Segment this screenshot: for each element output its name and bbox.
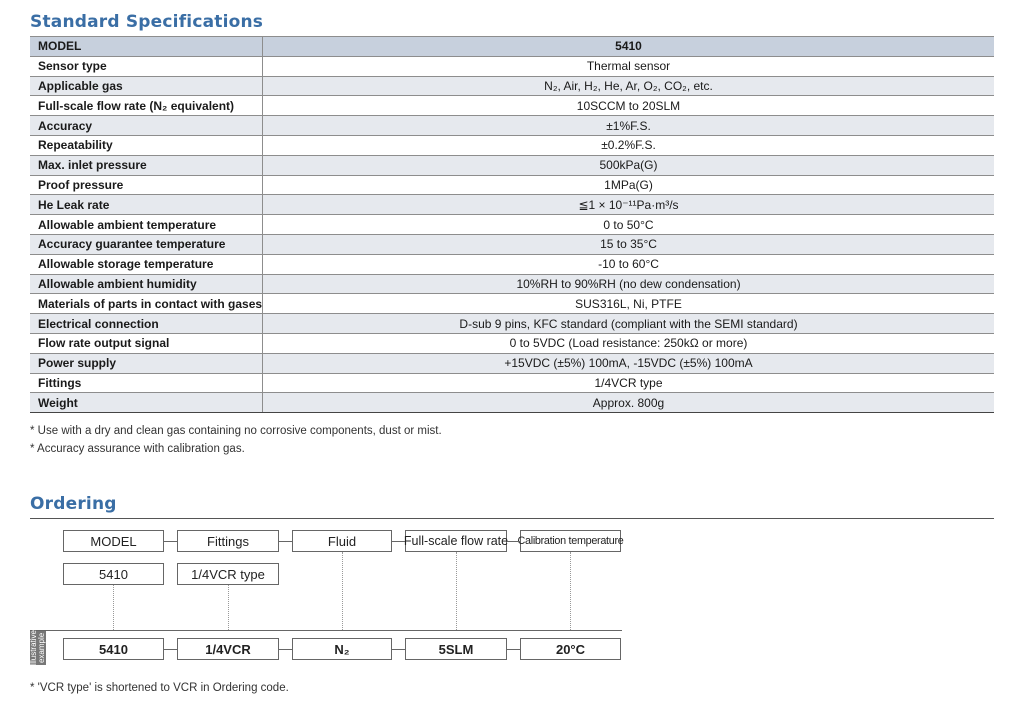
row-value: D-sub 9 pins, KFC standard (compliant wi…: [262, 313, 994, 334]
row-label: Max. inlet pressure: [30, 154, 263, 176]
connector: [279, 541, 292, 542]
header-label: MODEL: [30, 36, 263, 57]
example-code-fluid: N₂: [292, 638, 392, 660]
table-row: Applicable gas N₂, Air, H₂, He, Ar, O₂, C…: [30, 75, 994, 97]
table-row: Materials of parts in contact with gases…: [30, 293, 994, 315]
guide-line: [342, 552, 343, 630]
row-value: 10SCCM to 20SLM: [262, 95, 994, 117]
row-label: Sensor type: [30, 55, 263, 77]
ordering-note: * 'VCR type' is shortened to VCR in Orde…: [30, 682, 289, 694]
ordering-header-fittings: Fittings: [177, 530, 279, 552]
row-value: +15VDC (±5%) 100mA, -15VDC (±5%) 100mA: [262, 352, 994, 374]
table-row: Full-scale flow rate (N₂ equivalent) 10SC…: [30, 95, 994, 117]
row-label: Allowable ambient temperature: [30, 214, 263, 235]
example-code-model: 5410: [63, 638, 164, 660]
table-row: Electrical connection D-sub 9 pins, KFC s…: [30, 313, 994, 334]
row-value: Approx. 800g: [262, 392, 994, 414]
illustrative-example-label: Illustrative example: [29, 630, 46, 667]
connector: [392, 541, 405, 542]
ordering-header-model: MODEL: [63, 530, 164, 552]
table-row: Power supply +15VDC (±5%) 100mA, -15VDC (…: [30, 352, 994, 374]
row-value: 0 to 5VDC (Load resistance: 250kΩ or mor…: [262, 332, 994, 354]
row-value: 15 to 35°C: [262, 233, 994, 255]
example-code-flow-rate: 5SLM: [405, 638, 507, 660]
guide-line: [113, 585, 114, 630]
ordering-header-flow-rate: Full-scale flow rate: [404, 530, 508, 552]
ordering-option-model: 5410: [63, 563, 164, 585]
spec-note-1: * Use with a dry and clean gas containin…: [30, 425, 442, 437]
table-row: Accuracy ±1%F.S.: [30, 115, 994, 136]
row-value: 1/4VCR type: [262, 372, 994, 394]
table-row: Accuracy guarantee temperature 15 to 35°C: [30, 233, 994, 255]
example-code-calibration-temp: 20°C: [520, 638, 621, 660]
header-value: 5410: [262, 36, 994, 57]
table-row: Proof pressure 1MPa(G): [30, 174, 994, 196]
connector: [507, 541, 520, 542]
connector: [507, 649, 520, 650]
specifications-table: MODEL 5410 Sensor type Thermal sensor Appl…: [30, 36, 994, 414]
row-label: Allowable storage temperature: [30, 253, 263, 275]
row-label: Proof pressure: [30, 174, 263, 196]
row-label: Accuracy guarantee temperature: [30, 233, 263, 255]
row-value: 500kPa(G): [262, 154, 994, 176]
row-label: Materials of parts in contact with gases: [30, 293, 263, 315]
guide-line: [228, 585, 229, 630]
connector: [279, 649, 292, 650]
table-row: Allowable ambient temperature 0 to 50°C: [30, 214, 994, 235]
guide-line: [456, 552, 457, 630]
table-header-row: MODEL 5410: [30, 36, 994, 57]
row-label: He Leak rate: [30, 194, 263, 216]
table-row: Sensor type Thermal sensor: [30, 55, 994, 77]
row-value: ±1%F.S.: [262, 115, 994, 136]
row-value: -10 to 60°C: [262, 253, 994, 275]
table-row: Fittings 1/4VCR type: [30, 372, 994, 394]
illustrative-example-tab: Illustrative example: [29, 630, 46, 667]
row-value: 0 to 50°C: [262, 214, 994, 235]
ordering-option-fittings: 1/4VCR type: [177, 563, 279, 585]
row-label: Electrical connection: [30, 313, 263, 334]
row-label: Weight: [30, 392, 263, 414]
ordering-divider: [30, 518, 994, 519]
row-label: Repeatability: [30, 134, 263, 156]
row-label: Fittings: [30, 372, 263, 394]
row-value: N₂, Air, H₂, He, Ar, O₂, CO₂, etc.: [262, 75, 994, 97]
table-row: Allowable ambient humidity 10%RH to 90%RH…: [30, 273, 994, 295]
row-value: Thermal sensor: [262, 55, 994, 77]
section-title-specifications: Standard Specifications: [30, 12, 264, 32]
row-value: SUS316L, Ni, PTFE: [262, 293, 994, 315]
row-label: Allowable ambient humidity: [30, 273, 263, 295]
row-value: 10%RH to 90%RH (no dew condensation): [262, 273, 994, 295]
table-row: Weight Approx. 800g: [30, 392, 994, 414]
table-row: Repeatability ±0.2%F.S.: [30, 134, 994, 156]
connector: [392, 649, 405, 650]
row-value: ≦1 × 10⁻¹¹Pa·m³/s: [262, 194, 994, 216]
example-band-line: [30, 630, 622, 631]
ordering-header-fluid: Fluid: [292, 530, 392, 552]
table-row: Max. inlet pressure 500kPa(G): [30, 154, 994, 176]
connector: [164, 541, 177, 542]
row-label: Flow rate output signal: [30, 332, 263, 354]
row-label: Accuracy: [30, 115, 263, 136]
row-value: ±0.2%F.S.: [262, 134, 994, 156]
table-row: Flow rate output signal 0 to 5VDC (Load r…: [30, 332, 994, 354]
table-row: Allowable storage temperature -10 to 60°C: [30, 253, 994, 275]
row-value: 1MPa(G): [262, 174, 994, 196]
row-label: Power supply: [30, 352, 263, 374]
connector: [164, 649, 177, 650]
section-title-ordering: Ordering: [30, 494, 117, 514]
spec-note-2: * Accuracy assurance with calibration ga…: [30, 443, 245, 455]
example-code-fittings: 1/4VCR: [177, 638, 279, 660]
row-label: Full-scale flow rate (N₂ equivalent): [30, 95, 263, 117]
table-row: He Leak rate ≦1 × 10⁻¹¹Pa·m³/s: [30, 194, 994, 216]
row-label: Applicable gas: [30, 75, 263, 97]
ordering-header-calibration-temp: Calibration temperature: [518, 530, 624, 552]
guide-line: [570, 552, 571, 630]
